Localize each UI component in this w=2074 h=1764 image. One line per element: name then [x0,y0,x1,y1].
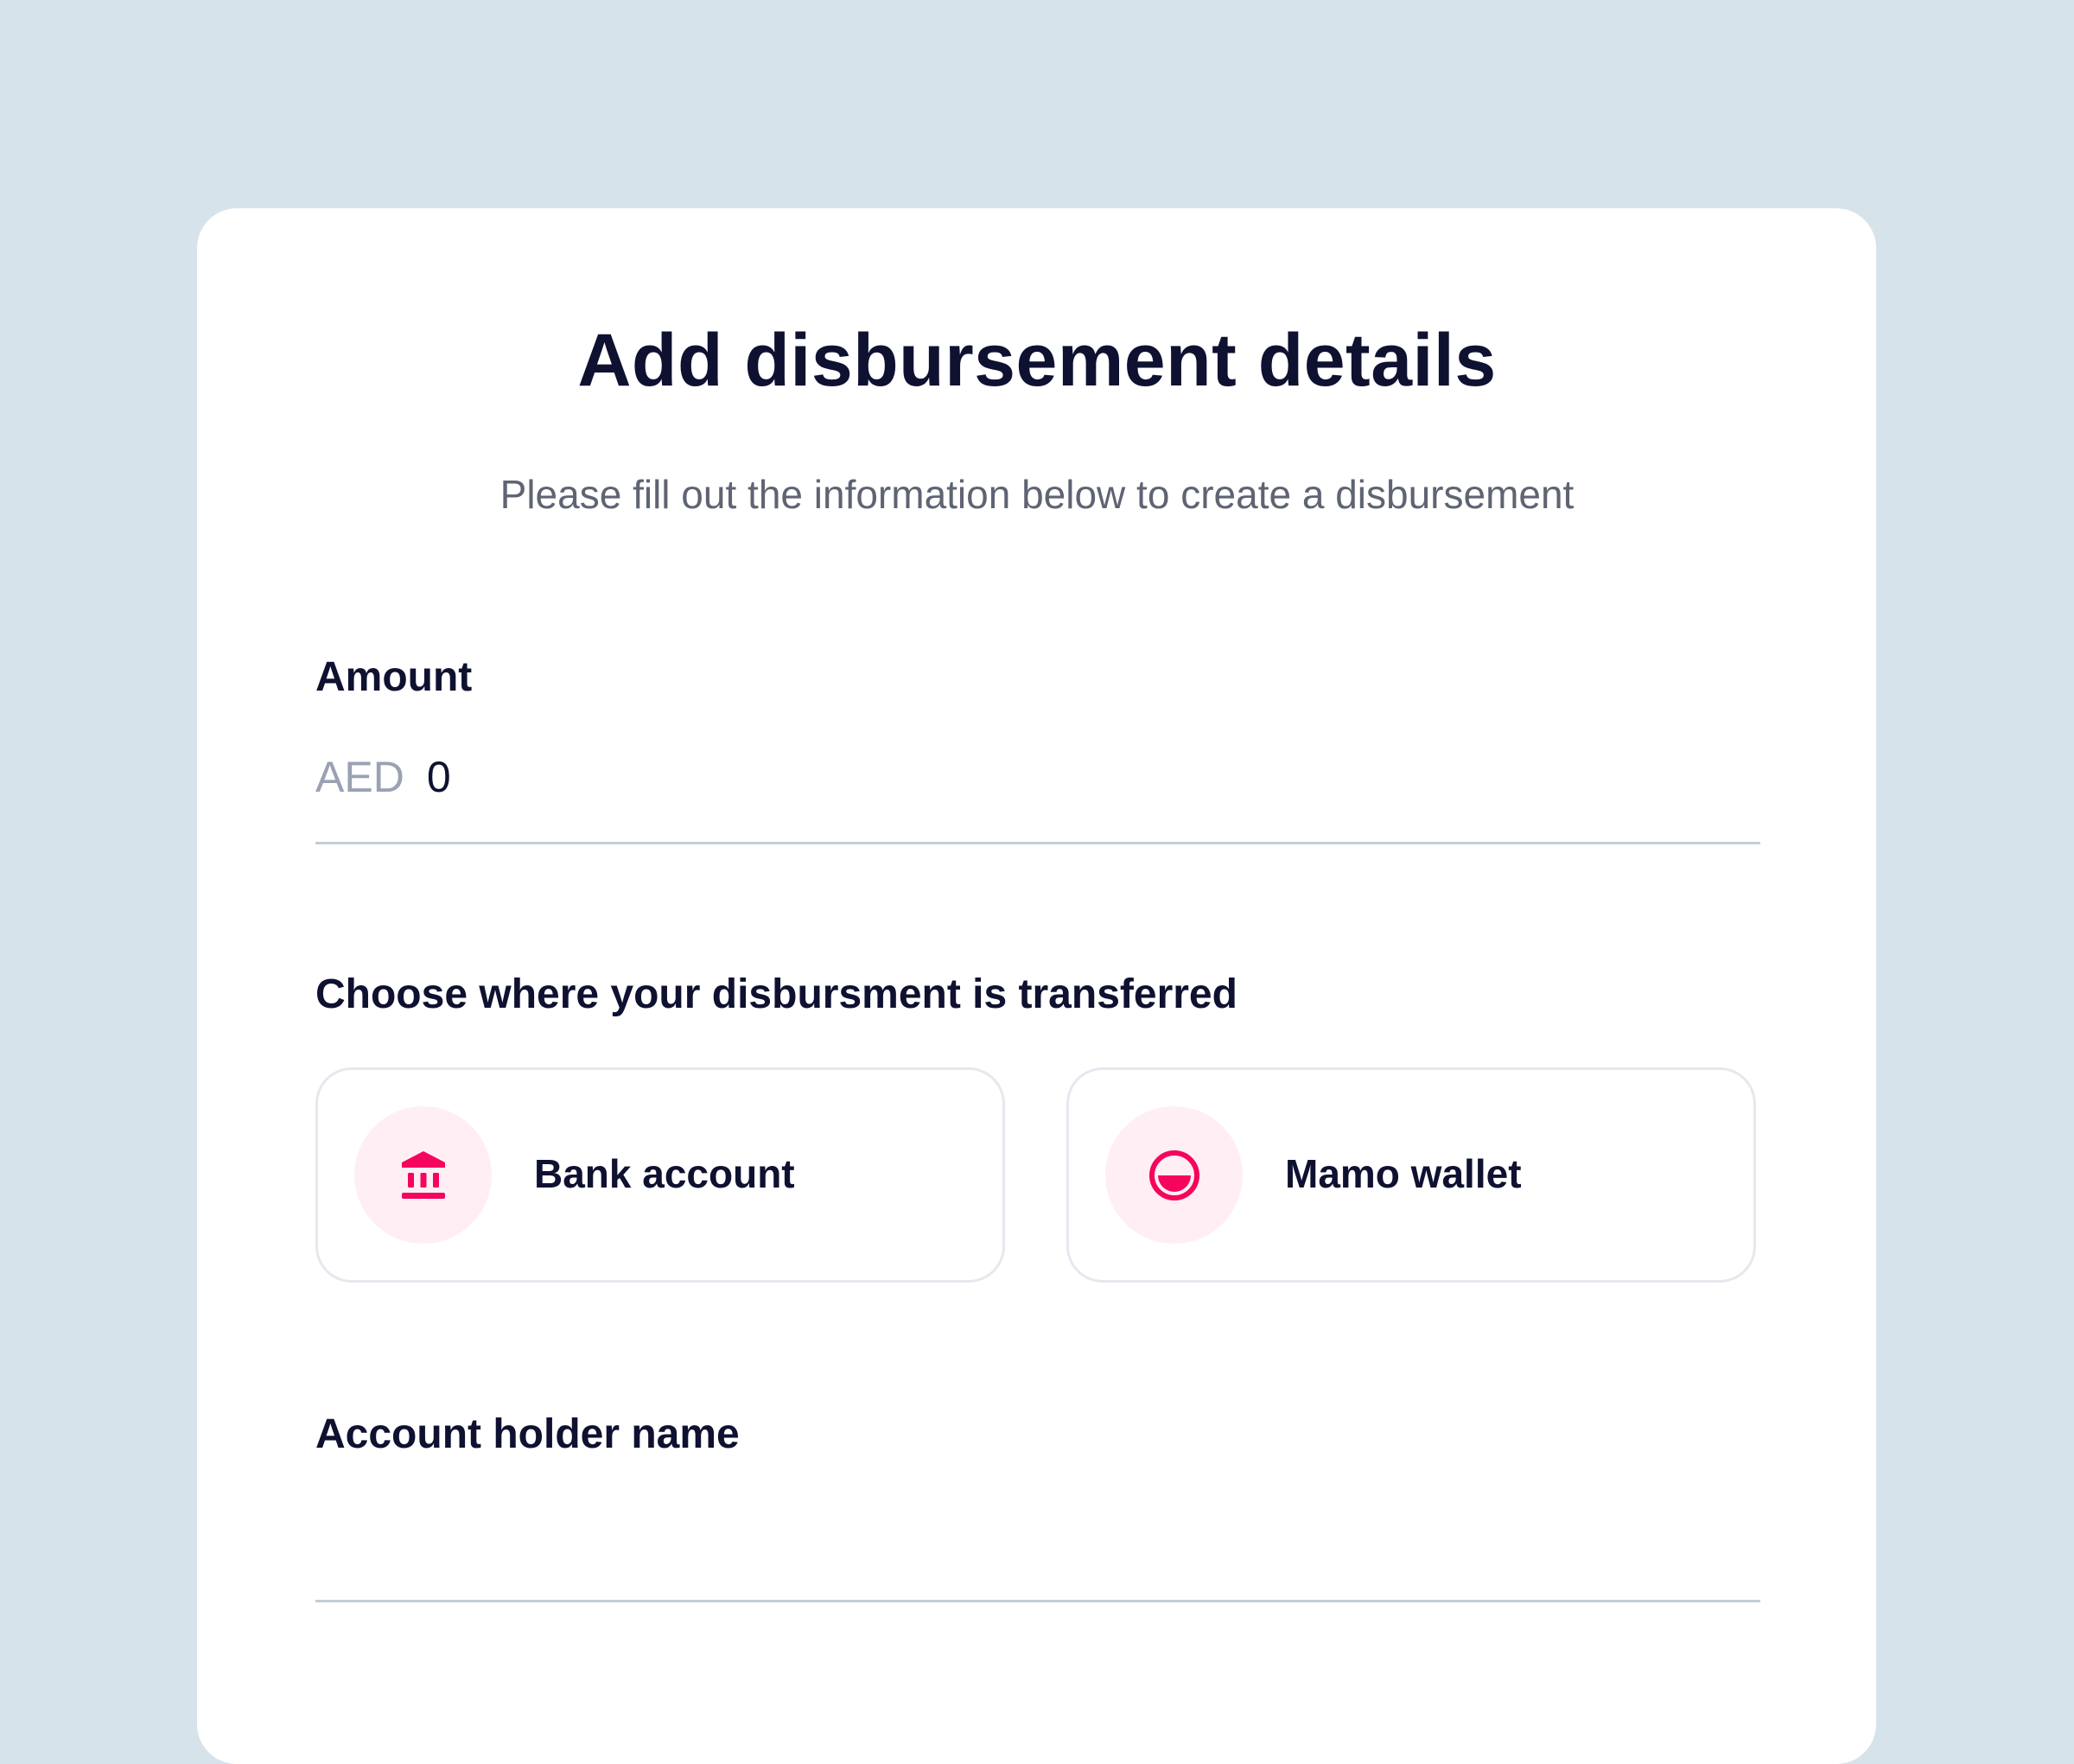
wallet-icon [1148,1149,1199,1200]
bank-icon-badge [354,1106,492,1244]
amount-field[interactable]: AED 0 [315,755,1760,842]
mamo-wallet-label: Mamo wallet [1285,1151,1522,1196]
bank-account-label: Bank account [534,1151,795,1196]
amount-label: Amount [315,654,473,700]
page-title: Add disbursement details [577,319,1497,402]
page-subtitle: Please fill out the information below to… [499,472,1575,517]
account-holder-input[interactable] [315,1504,1760,1590]
currency-prefix: AED [315,753,404,801]
wallet-icon-badge [1105,1106,1243,1244]
account-holder-label: Account holder name [315,1411,740,1457]
mamo-wallet-option[interactable]: Mamo wallet [1066,1067,1756,1283]
amount-input[interactable]: 0 [427,755,451,799]
account-holder-underline [315,1600,1760,1602]
amount-underline [315,842,1760,844]
destination-label: Choose where your disbursment is transfe… [315,971,1237,1017]
bank-icon [401,1150,445,1199]
bank-account-option[interactable]: Bank account [315,1067,1005,1283]
